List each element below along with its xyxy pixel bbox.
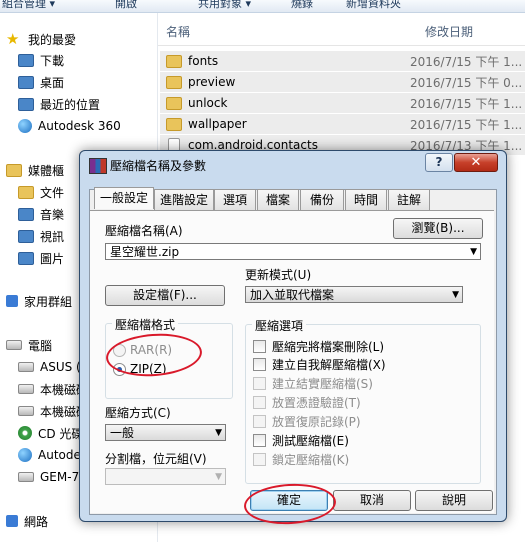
toolbar-share[interactable]: 共用對象 ▾ [198,0,251,11]
file-row[interactable]: preview 2016/7/15 下午 0... [160,72,525,93]
chevron-down-icon: ▼ [452,290,459,300]
nav-homegroup[interactable]: 家用群組 [6,291,72,311]
folder-icon [166,117,182,131]
folder-icon [166,96,182,110]
star-icon: ★ [6,30,20,48]
nav-desktop[interactable]: 桌面 [18,72,64,92]
autodesk-icon [18,119,32,133]
option-lock-archive[interactable]: 鎖定壓縮檔(K) [253,451,349,468]
network-icon [6,515,18,527]
winrar-icon [89,158,107,174]
music-icon [18,207,34,221]
toolbar-open[interactable]: 開啟 [115,0,137,11]
option-authenticity[interactable]: 放置憑證驗證(T) [253,394,361,411]
nav-autodesk-360[interactable]: Autodesk 360 [18,116,121,136]
video-icon [18,229,34,243]
checkbox-icon [253,434,266,447]
chevron-down-icon: ▼ [470,247,477,257]
checkbox-icon [253,415,266,428]
nav-documents[interactable]: 文件 [18,182,64,202]
pictures-icon [18,251,34,265]
nav-music[interactable]: 音樂 [18,204,64,224]
option-delete-after[interactable]: 壓縮完將檔案刪除(L) [253,338,384,355]
explorer-toolbar: 組合管理 ▾ 開啟 共用對象 ▾ 燒錄 新增資料夾 [0,0,525,13]
checkbox-icon [253,396,266,409]
tab-files[interactable]: 檔案 [257,189,299,210]
nav-drive-local-1[interactable]: 本機磁碟 [18,379,88,399]
help-button[interactable]: 說明 [415,490,493,511]
nav-recent[interactable]: 最近的位置 [18,94,100,114]
recent-places-icon [18,97,34,111]
nav-drive-local-2[interactable]: 本機磁碟 [18,401,88,421]
file-row[interactable]: fonts 2016/7/15 下午 1... [160,51,525,72]
column-date[interactable]: 修改日期 [425,23,473,40]
checkbox-icon [253,358,266,371]
nav-gem-drive[interactable]: GEM-70 [18,467,87,487]
cd-icon [18,426,32,440]
archive-options-group: 壓縮選項 壓縮完將檔案刪除(L) 建立自我解壓縮檔(X) 建立結實壓縮檔(S) … [245,317,481,484]
archive-name-input[interactable]: 星空耀世.zip ▼ [105,243,481,260]
update-mode-select[interactable]: 加入並取代檔案 ▼ [245,286,463,303]
toolbar-burn[interactable]: 燒錄 [291,0,313,11]
downloads-icon [18,53,34,67]
profiles-button[interactable]: 設定檔(F)... [105,285,225,306]
cancel-button[interactable]: 取消 [333,490,411,511]
compression-method-label: 壓縮方式(C) [105,406,171,420]
split-volume-label: 分割檔，位元組(V) [105,452,207,466]
update-mode-label: 更新模式(U) [245,268,312,282]
header-divider [158,45,525,46]
option-solid[interactable]: 建立結實壓縮檔(S) [253,375,373,392]
compression-method-select[interactable]: 一般 ▼ [105,424,226,441]
checkbox-icon [253,453,266,466]
file-row[interactable]: unlock 2016/7/15 下午 1... [160,93,525,114]
option-sfx[interactable]: 建立自我解壓縮檔(X) [253,356,386,373]
tab-advanced[interactable]: 進階設定 [154,189,214,210]
split-volume-select[interactable]: ▼ [105,468,226,485]
nav-libraries[interactable]: 媒體櫃 [6,160,64,180]
tab-backup[interactable]: 備份 [300,189,344,210]
nav-pictures[interactable]: 圖片 [18,248,64,268]
documents-icon [18,185,34,199]
checkbox-icon [253,377,266,390]
tab-comment[interactable]: 註解 [388,189,430,210]
chevron-down-icon: ▼ [215,428,222,438]
tab-general[interactable]: 一般設定 [94,187,154,209]
homegroup-icon [6,295,18,307]
nav-autodesk-drive[interactable]: Autode [18,445,81,465]
chevron-down-icon: ▼ [215,472,222,482]
nav-network[interactable]: 網路 [6,511,48,531]
archive-name-label: 壓縮檔名稱(A) [105,224,183,238]
drive-icon [18,384,34,394]
library-icon [6,163,22,177]
dialog-title: 壓縮檔名稱及參數 [110,159,207,173]
drive-icon [18,406,34,416]
checkbox-icon [253,340,266,353]
browse-button[interactable]: 瀏覽(B)... [393,218,483,239]
tab-options[interactable]: 選項 [214,189,256,210]
computer-icon [6,340,22,350]
nav-computer[interactable]: 電腦 [6,335,52,355]
nav-cd-drive[interactable]: CD 光碟 [18,423,83,443]
nav-video[interactable]: 視訊 [18,226,64,246]
autodesk-icon [18,448,32,462]
drive-icon [18,362,34,372]
option-test-archive[interactable]: 測試壓縮檔(E) [253,432,349,449]
file-row[interactable]: wallpaper 2016/7/15 下午 1... [160,114,525,135]
titlebar-help-button[interactable]: ? [425,153,453,172]
nav-downloads[interactable]: 下載 [18,50,64,70]
drive-icon [18,472,34,482]
folder-icon [166,75,182,89]
dialog-titlebar[interactable]: 壓縮檔名稱及參數 ? ✕ [80,151,506,178]
column-name[interactable]: 名稱 [166,23,190,40]
tab-time[interactable]: 時間 [345,189,387,210]
folder-icon [166,54,182,68]
toolbar-organize[interactable]: 組合管理 ▾ [2,0,55,11]
toolbar-new-folder[interactable]: 新增資料夾 [346,0,401,11]
close-button[interactable]: ✕ [454,153,498,172]
nav-favorites[interactable]: ★ 我的最愛 [6,29,76,49]
option-recovery-record[interactable]: 放置復原記錄(P) [253,413,361,430]
desktop-icon [18,75,34,89]
